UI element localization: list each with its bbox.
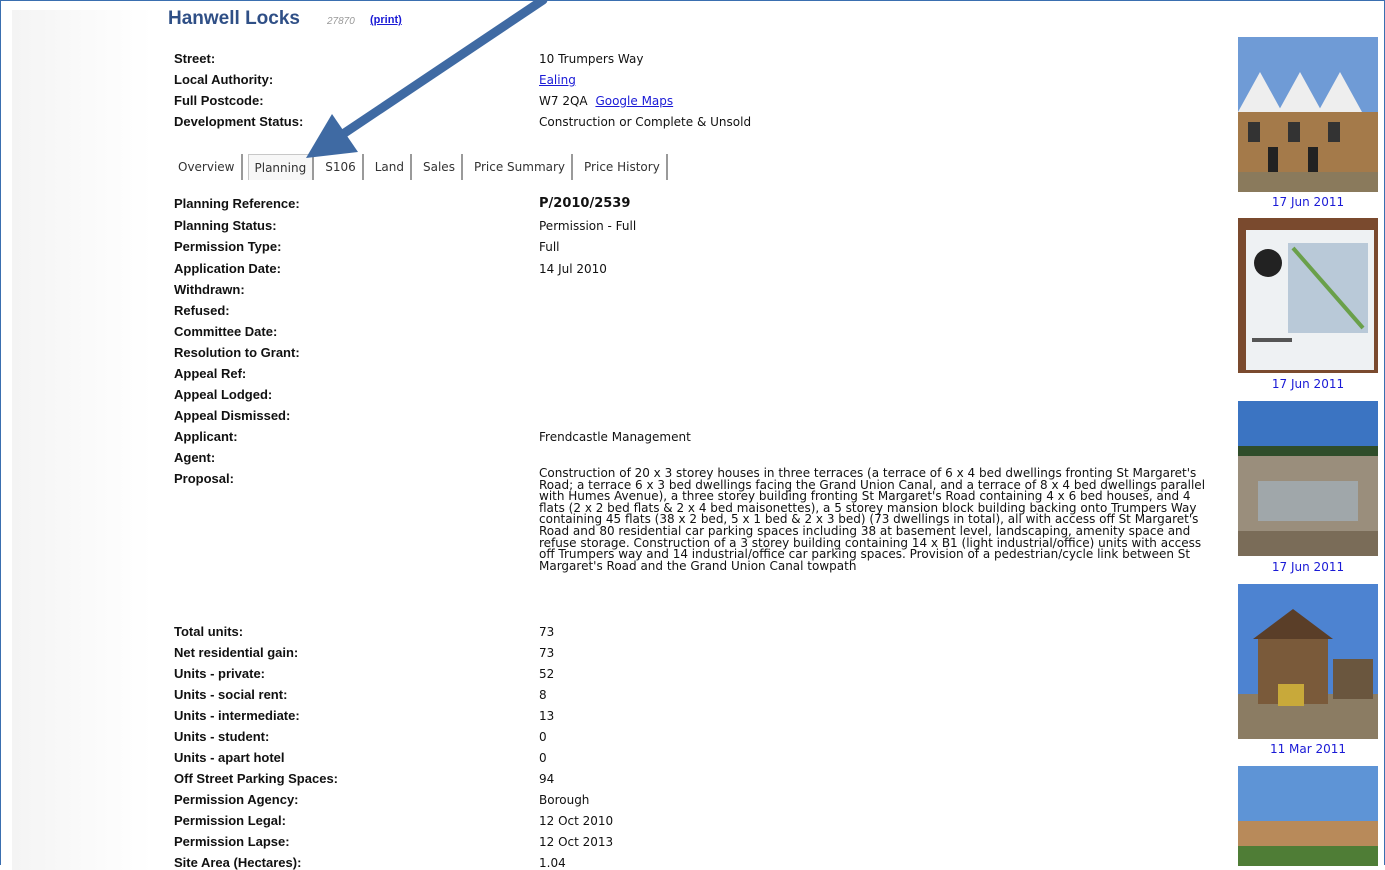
units-student-label: Units - student:: [174, 729, 270, 744]
total-units-value: 73: [539, 625, 555, 639]
units-social-rent-value: 8: [539, 688, 547, 702]
application-date-value: 14 Jul 2010: [539, 262, 607, 276]
postcode-label: Full Postcode:: [174, 93, 264, 108]
page-title: Hanwell Locks: [168, 8, 300, 29]
photo-caption-1: 17 Jun 2011: [1271, 195, 1345, 209]
units-apart-hotel-label: Units - apart hotel: [174, 750, 285, 765]
site-area-value: 1.04: [539, 856, 566, 870]
proposal-label: Proposal:: [174, 471, 234, 486]
tab-overview[interactable]: Overview: [172, 154, 243, 180]
parking-spaces-value: 94: [539, 772, 555, 786]
permission-legal-label: Permission Legal:: [174, 813, 286, 828]
units-private-label: Units - private:: [174, 666, 266, 681]
tab-land[interactable]: Land: [368, 154, 412, 180]
google-maps-link[interactable]: Google Maps: [595, 94, 673, 108]
planning-reference-label: Planning Reference:: [174, 196, 300, 211]
street-label: Street:: [174, 51, 216, 66]
applicant-value: Frendcastle Management: [539, 430, 691, 444]
left-margin: [12, 10, 152, 870]
photo-caption-4: 11 Mar 2011: [1269, 742, 1347, 756]
net-residential-gain-value: 73: [539, 646, 555, 660]
tab-planning[interactable]: Planning: [247, 154, 315, 180]
photo-timber-frame[interactable]: [1238, 584, 1378, 739]
agent-label: Agent:: [174, 450, 216, 465]
permission-type-label: Permission Type:: [174, 239, 282, 254]
postcode-value: W7 2QA: [539, 94, 588, 108]
appeal-lodged-label: Appeal Lodged:: [174, 387, 273, 402]
tab-price-summary[interactable]: Price Summary: [467, 154, 574, 180]
photo-terraced-houses[interactable]: [1238, 37, 1378, 192]
planning-reference-value: P/2010/2539: [539, 196, 631, 211]
photo-caption-3: 17 Jun 2011: [1271, 560, 1345, 574]
parking-spaces-label: Off Street Parking Spaces:: [174, 771, 338, 786]
units-social-rent-label: Units - social rent:: [174, 687, 288, 702]
total-units-label: Total units:: [174, 624, 244, 639]
print-link[interactable]: (print): [370, 14, 402, 26]
appeal-ref-label: Appeal Ref:: [174, 366, 247, 381]
reference-number: 27870: [327, 16, 355, 27]
status-value: Construction or Complete & Unsold: [539, 115, 752, 129]
authority-link[interactable]: Ealing: [539, 73, 576, 87]
status-label: Development Status:: [174, 114, 304, 129]
tab-bar: Overview Planning S106 Land Sales Price …: [172, 154, 673, 180]
photo-caption-2: 17 Jun 2011: [1271, 377, 1345, 391]
net-residential-gain-label: Net residential gain:: [174, 645, 299, 660]
permission-legal-value: 12 Oct 2010: [539, 814, 614, 828]
photo-site-signboard[interactable]: [1238, 218, 1378, 373]
permission-lapse-label: Permission Lapse:: [174, 834, 290, 849]
resolution-to-grant-label: Resolution to Grant:: [174, 345, 300, 360]
permission-lapse-value: 12 Oct 2013: [539, 835, 614, 849]
tab-price-history[interactable]: Price History: [578, 154, 668, 180]
withdrawn-label: Withdrawn:: [174, 282, 245, 297]
planning-status-value: Permission - Full: [539, 219, 637, 233]
permission-agency-label: Permission Agency:: [174, 792, 299, 807]
proposal-text: Construction of 20 x 3 storey houses in …: [539, 466, 1206, 573]
authority-label: Local Authority:: [174, 72, 274, 87]
units-student-value: 0: [539, 730, 547, 744]
applicant-label: Applicant:: [174, 429, 238, 444]
refused-label: Refused:: [174, 303, 230, 318]
tab-s106[interactable]: S106: [319, 154, 364, 180]
units-intermediate-label: Units - intermediate:: [174, 708, 300, 723]
photo-brick-building[interactable]: [1238, 766, 1378, 866]
units-private-value: 52: [539, 667, 555, 681]
site-area-label: Site Area (Hectares):: [174, 855, 302, 870]
tab-sales[interactable]: Sales: [417, 154, 463, 180]
planning-status-label: Planning Status:: [174, 218, 277, 233]
photo-construction-ground[interactable]: [1238, 401, 1378, 556]
appeal-dismissed-label: Appeal Dismissed:: [174, 408, 291, 423]
permission-agency-value: Borough: [539, 793, 590, 807]
units-apart-hotel-value: 0: [539, 751, 547, 765]
committee-date-label: Committee Date:: [174, 324, 278, 339]
units-intermediate-value: 13: [539, 709, 555, 723]
street-value: 10 Trumpers Way: [539, 52, 644, 66]
permission-type-value: Full: [539, 240, 560, 254]
application-date-label: Application Date:: [174, 261, 281, 276]
